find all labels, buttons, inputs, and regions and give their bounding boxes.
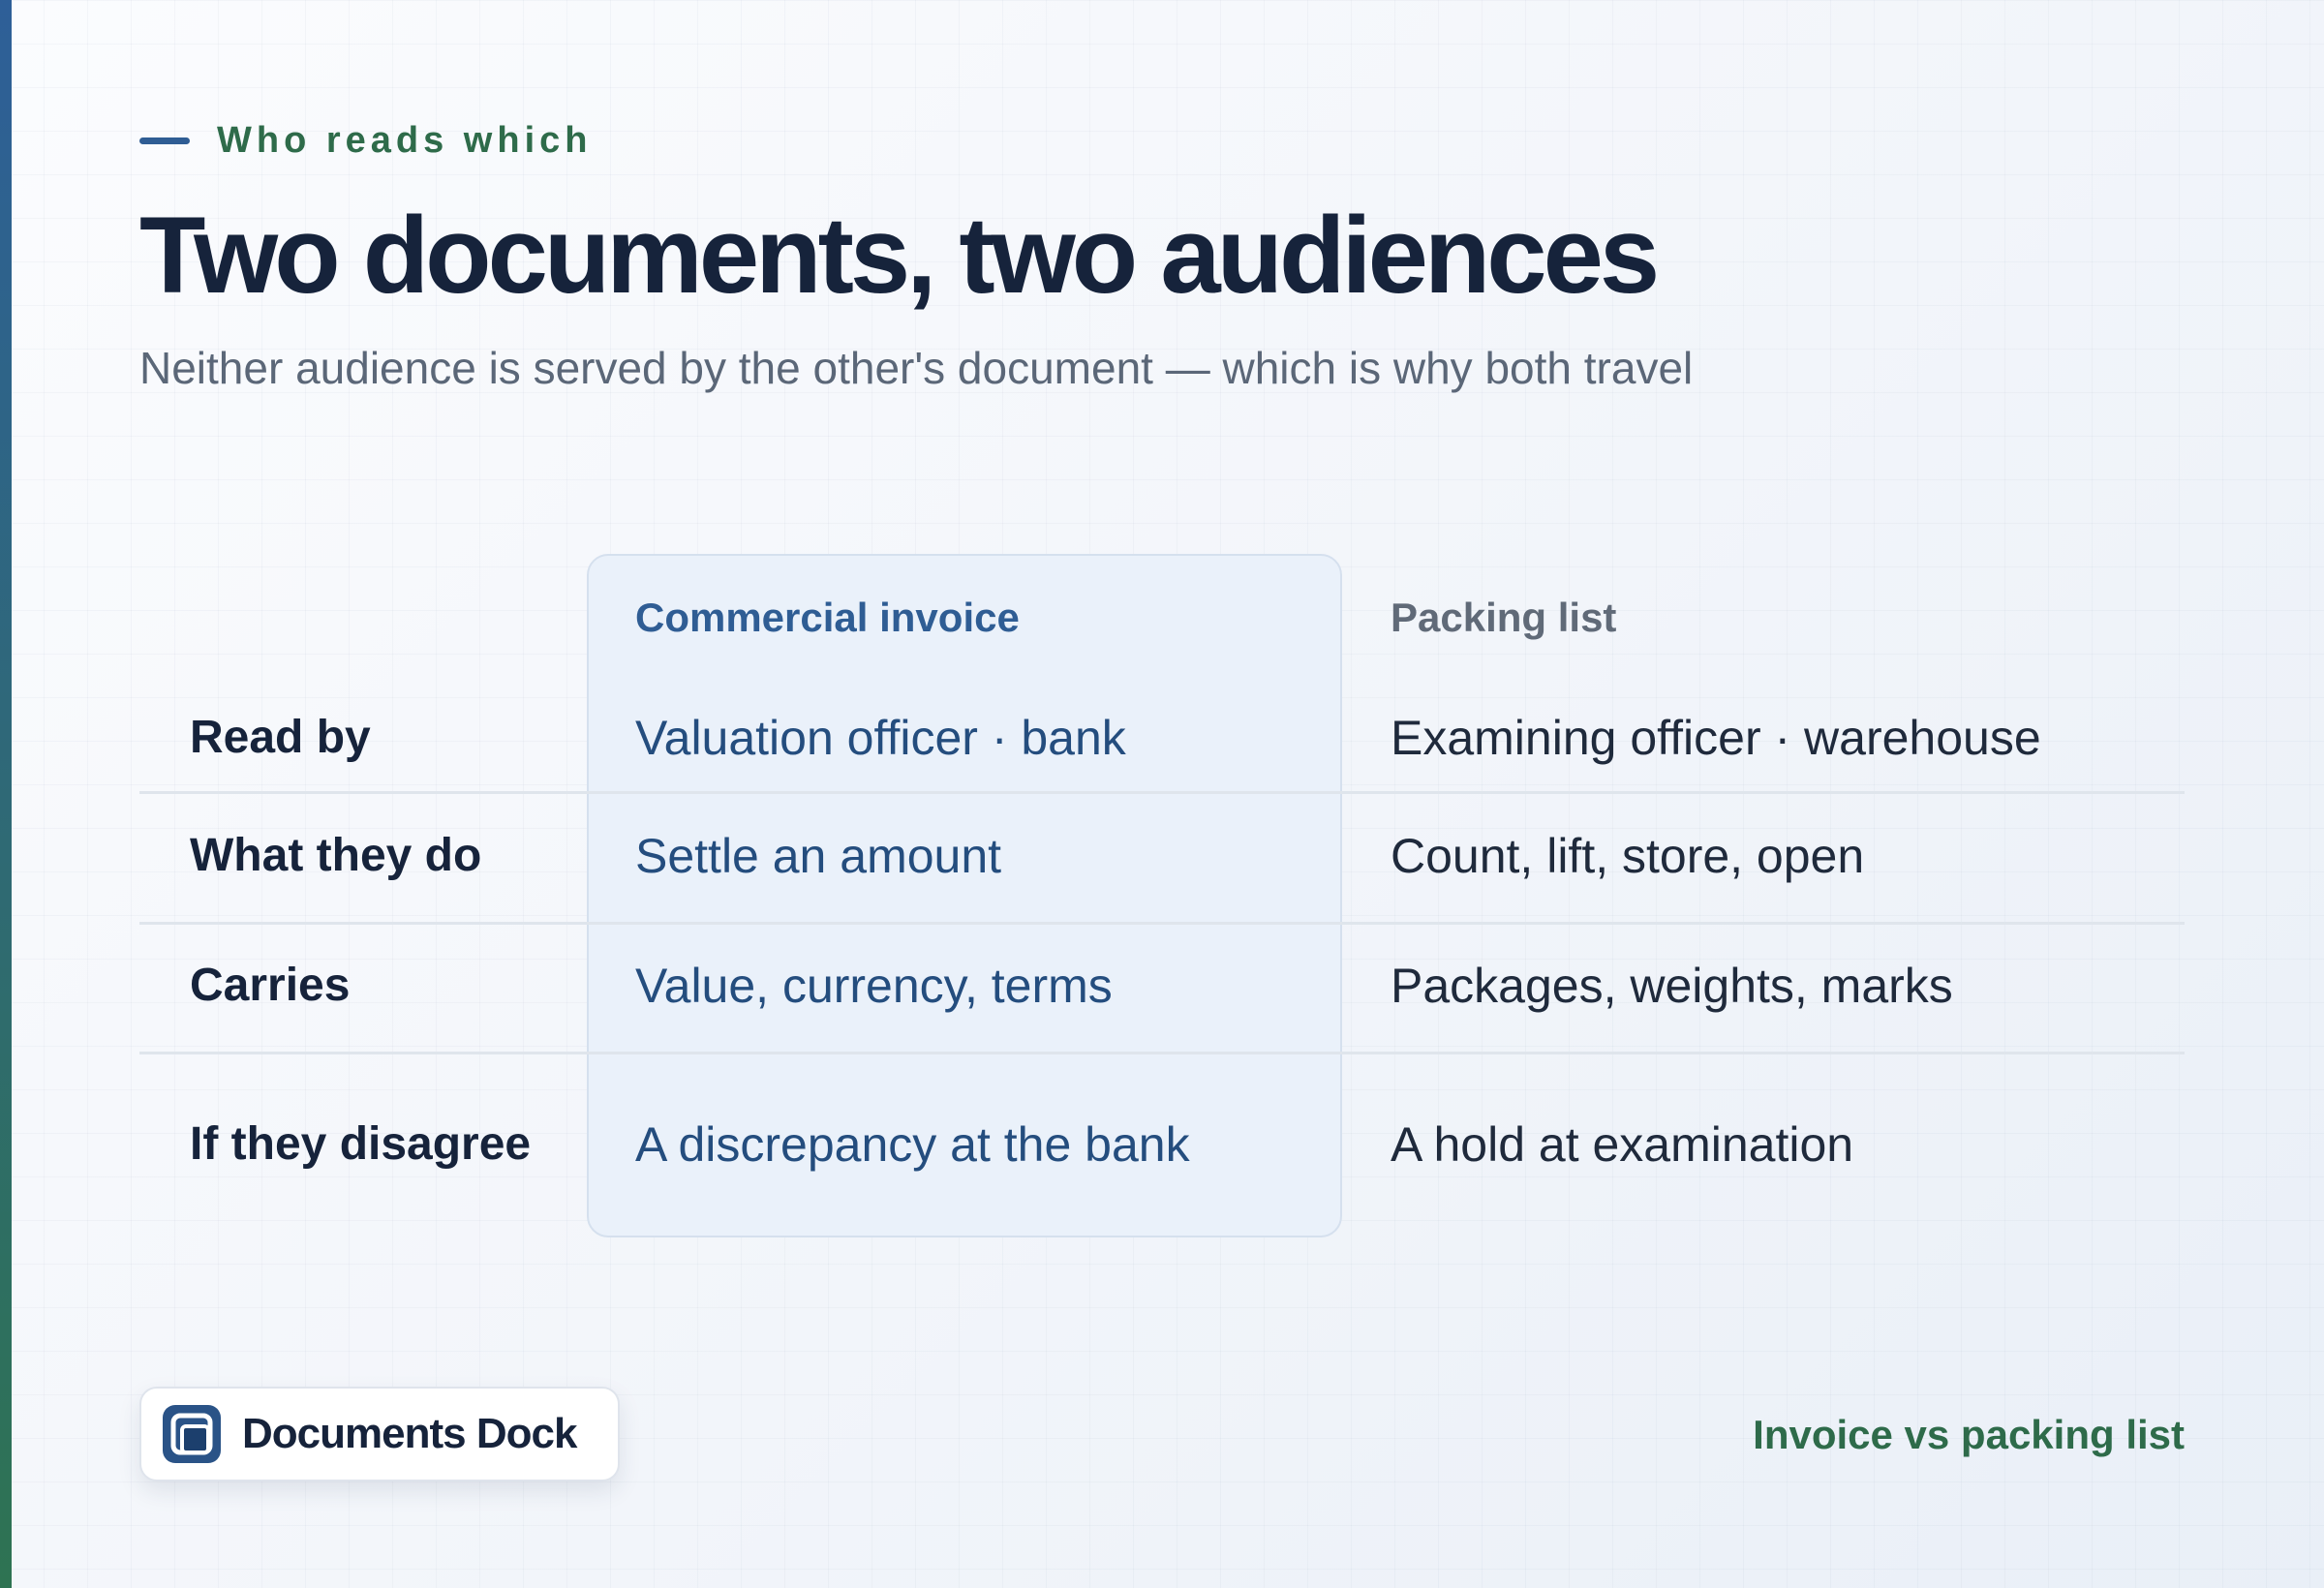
page-subtitle: Neither audience is served by the other'… [139,343,1694,393]
invoice-cell: Valuation officer · bank [635,711,1126,765]
packing-cell: Examining officer · warehouse [1391,711,2041,765]
side-accent-stripe [0,0,12,1588]
document-stack-icon [163,1405,221,1463]
comparison-table: Commercial invoice Packing list Read by … [139,554,2185,1239]
packing-cell: A hold at examination [1391,1117,1854,1172]
eyebrow: Who reads which [139,116,592,165]
row-label: What they do [190,830,482,881]
brand-name: Documents Dock [242,1410,577,1457]
row-label: Read by [190,712,371,763]
row-label: If they disagree [190,1118,532,1170]
row-label: Carries [190,960,351,1011]
eyebrow-dash [139,137,190,144]
row-divider [139,922,2185,925]
packing-cell: Count, lift, store, open [1391,829,1865,883]
eyebrow-text: Who reads which [217,119,593,161]
brand-badge: Documents Dock [139,1387,620,1481]
invoice-cell: Value, currency, terms [635,959,1113,1013]
footer-tag: Invoice vs packing list [1753,1412,2185,1457]
page-title: Two documents, two audiences [139,195,1660,316]
column-header-invoice: Commercial invoice [635,595,1020,640]
invoice-cell: Settle an amount [635,829,1002,883]
packing-cell: Packages, weights, marks [1391,959,1953,1013]
invoice-cell: A discrepancy at the bank [635,1117,1190,1172]
column-header-packing-list: Packing list [1391,595,1617,640]
row-divider [139,791,2185,794]
row-divider [139,1052,2185,1054]
